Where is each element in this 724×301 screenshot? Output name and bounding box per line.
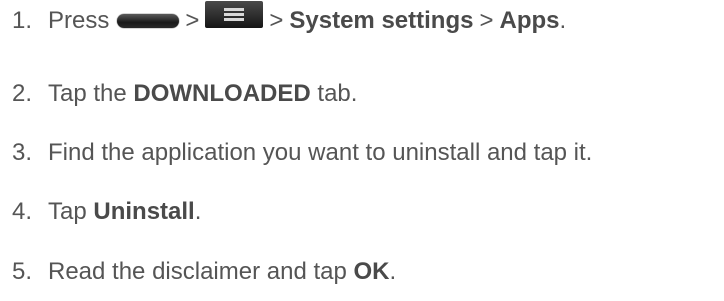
step-1: 1. Press > > System settings > Apps . bbox=[12, 0, 567, 41]
step-number: 1. bbox=[12, 7, 33, 34]
step-end: . bbox=[389, 258, 397, 285]
step-2: 2. Tap the DOWNLOADED tab. bbox=[12, 74, 357, 114]
home-key-icon bbox=[117, 14, 180, 28]
step-text: Tap the bbox=[48, 80, 127, 107]
apps-label: Apps bbox=[499, 7, 560, 34]
step-text: Press bbox=[48, 7, 110, 34]
ok-label: OK bbox=[353, 258, 390, 285]
step-3: 3. Find the application you want to unin… bbox=[12, 133, 592, 173]
system-settings-label: System settings bbox=[289, 7, 474, 34]
step-number: 5. bbox=[12, 258, 33, 285]
step-text: tab. bbox=[317, 80, 358, 107]
separator: > bbox=[185, 7, 200, 34]
menu-icon bbox=[205, 0, 264, 28]
instruction-steps: 1. Press > > System settings > Apps . 2.… bbox=[0, 0, 724, 301]
downloaded-tab-label: DOWNLOADED bbox=[133, 80, 311, 107]
step-end: . bbox=[194, 198, 202, 225]
step-4: 4. Tap Uninstall. bbox=[12, 192, 201, 232]
step-number: 3. bbox=[12, 139, 33, 166]
step-text: Tap bbox=[48, 198, 87, 225]
step-text: Read the disclaimer and tap bbox=[48, 258, 347, 285]
separator: > bbox=[479, 7, 494, 34]
step-number: 4. bbox=[12, 198, 33, 225]
separator: > bbox=[269, 7, 284, 34]
step-text: Find the application you want to uninsta… bbox=[48, 139, 593, 166]
step-5: 5. Read the disclaimer and tap OK. bbox=[12, 252, 396, 292]
step-number: 2. bbox=[12, 80, 33, 107]
step-end: . bbox=[559, 7, 567, 34]
uninstall-label: Uninstall bbox=[93, 198, 195, 225]
